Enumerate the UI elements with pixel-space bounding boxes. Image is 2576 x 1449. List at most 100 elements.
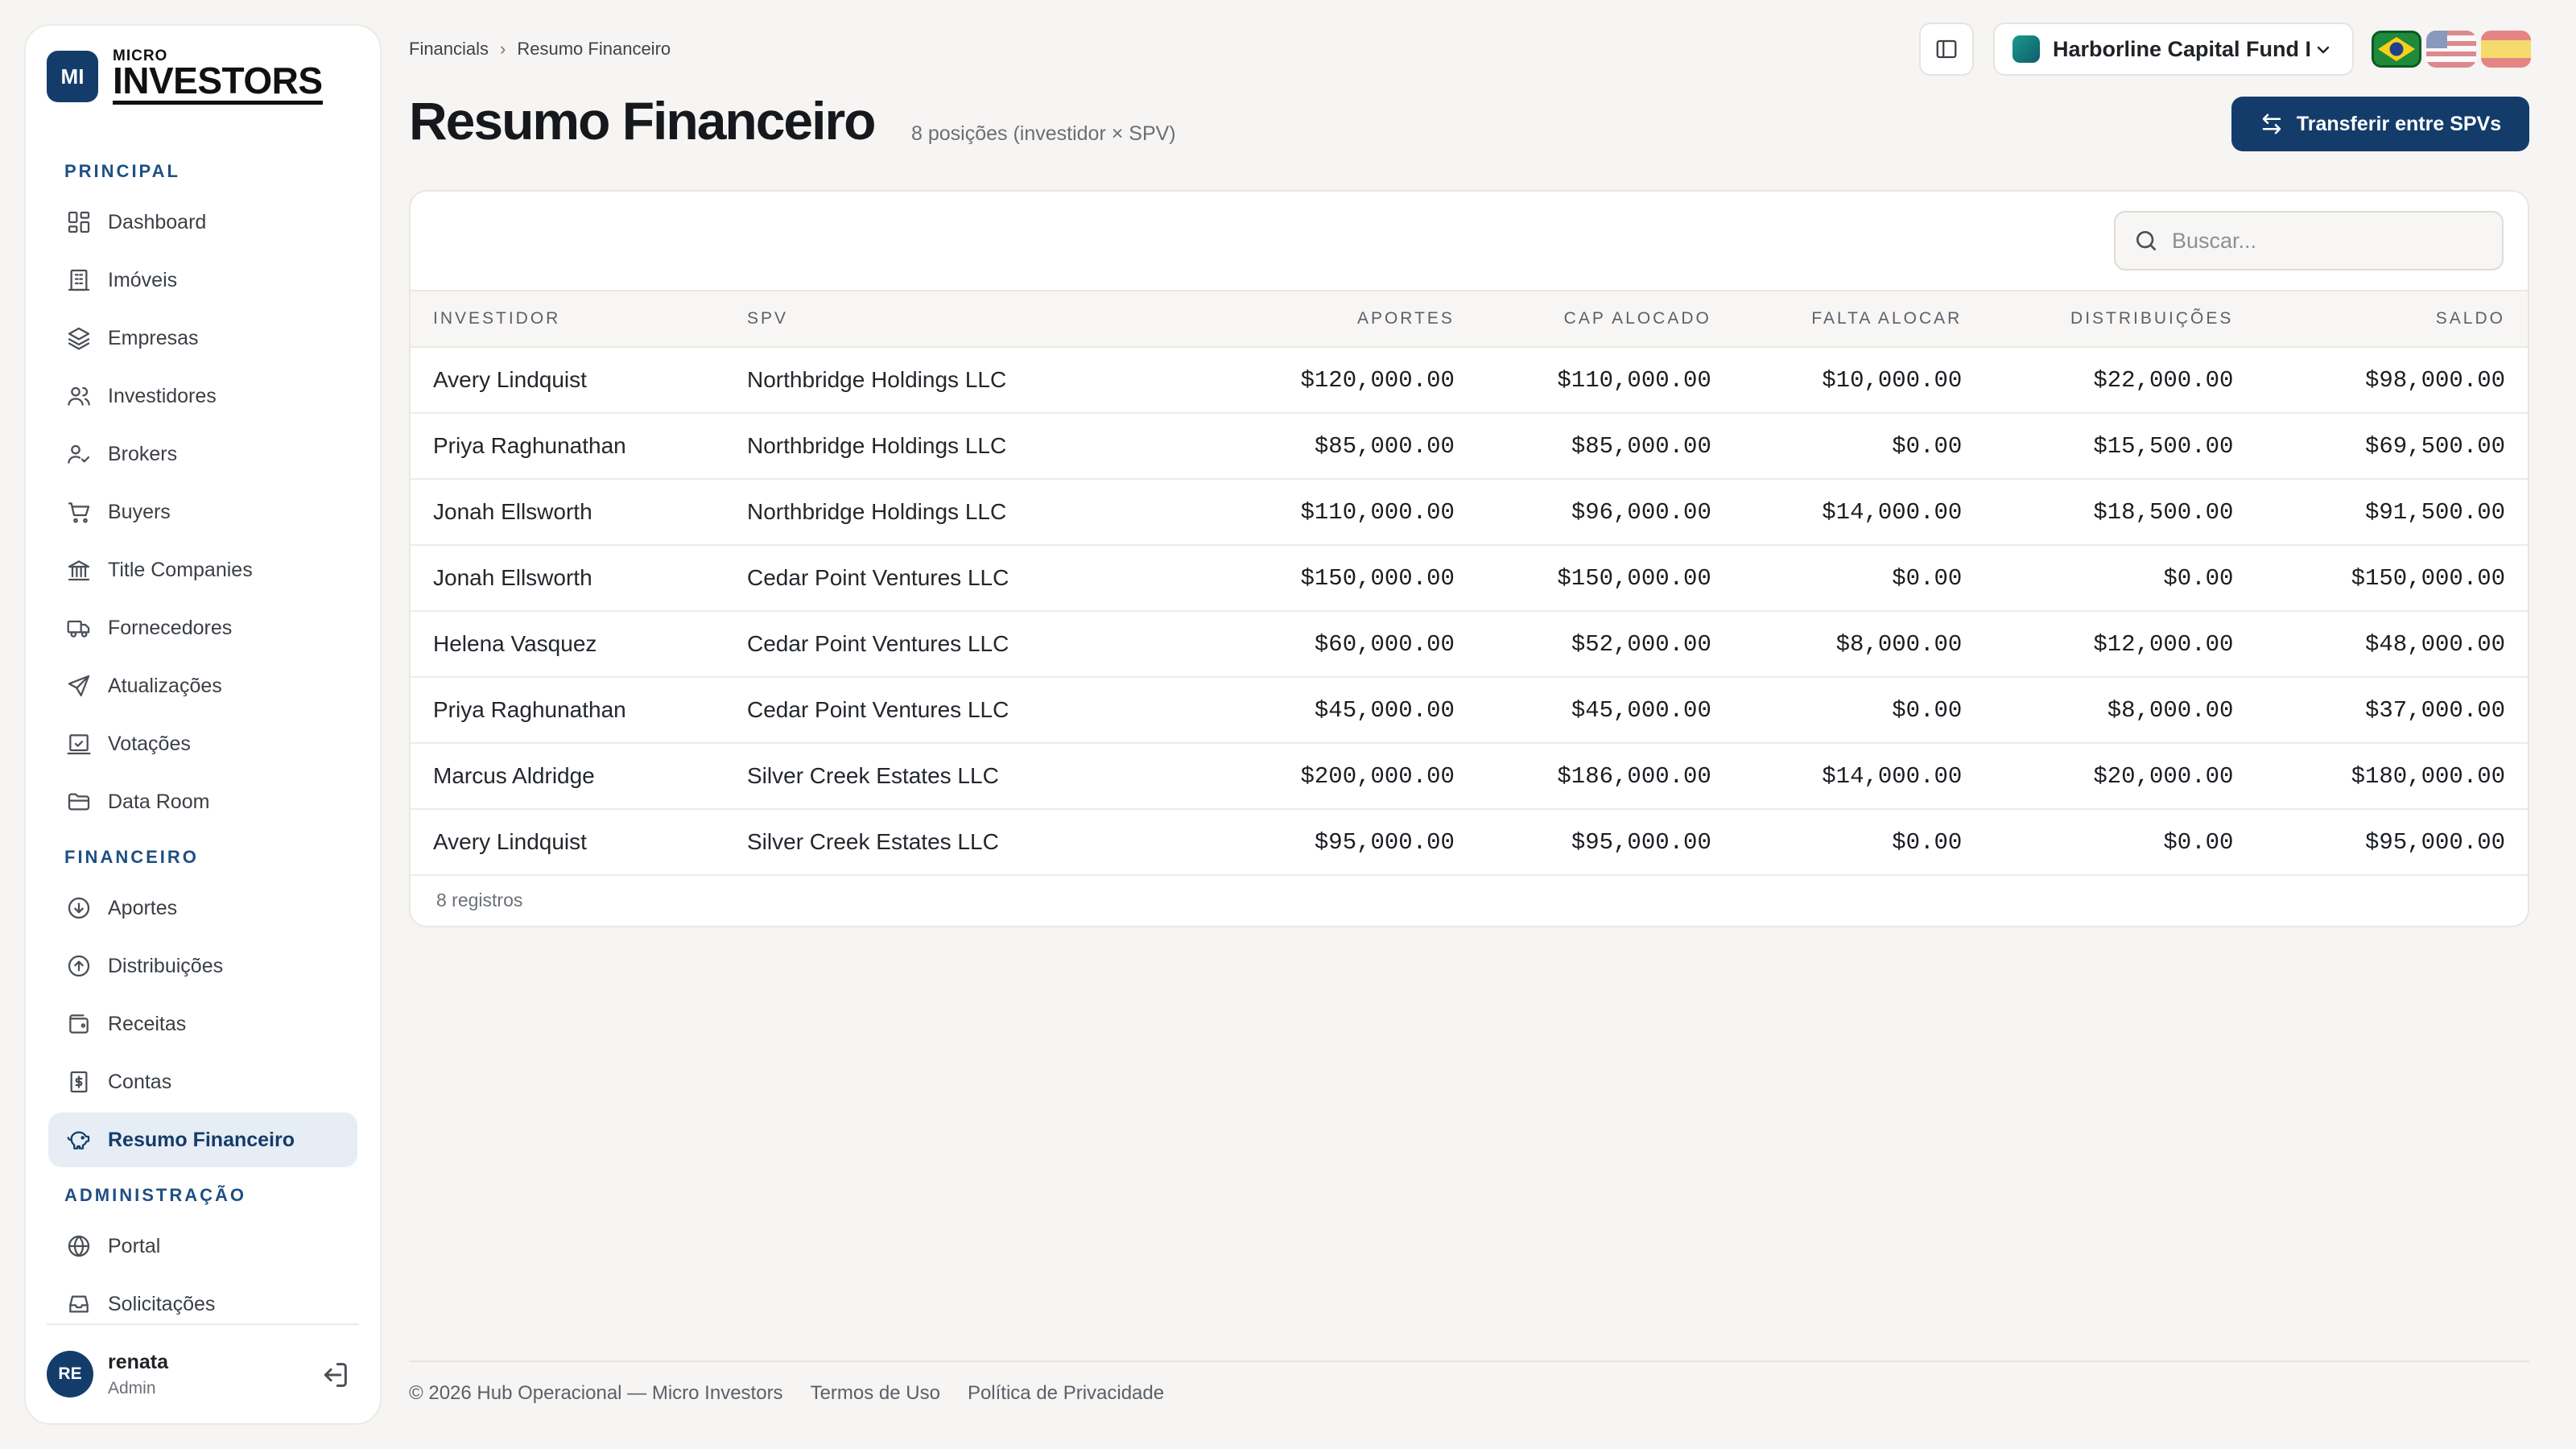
cell-aportes: $95,000.00 xyxy=(1198,809,1455,876)
inbox-icon-wrap xyxy=(64,1290,93,1319)
column-header-aportes[interactable]: APORTES xyxy=(1198,290,1455,348)
sidebar-item-investidores[interactable]: Investidores xyxy=(48,369,357,423)
cell-spv: Silver Creek Estates LLC xyxy=(747,743,1198,810)
flag-brazil-icon[interactable] xyxy=(2372,31,2421,68)
cell-distribuicoes: $0.00 xyxy=(1962,545,2234,612)
table-row[interactable]: Avery Lindquist Silver Creek Estates LLC $… xyxy=(411,809,2528,876)
transfer-spv-button[interactable]: Transferir entre SPVs xyxy=(2231,97,2529,151)
receipt-icon-wrap xyxy=(64,1067,93,1096)
financial-summary-card: INVESTIDOR SPV APORTES CAP ALOCADO FALTA… xyxy=(409,190,2529,927)
cell-aportes: $45,000.00 xyxy=(1198,677,1455,744)
cell-investor: Priya Raghunathan xyxy=(411,413,747,480)
table-row[interactable]: Priya Raghunathan Cedar Point Ventures LL… xyxy=(411,677,2528,744)
sidebar-item-empresas[interactable]: Empresas xyxy=(48,311,357,365)
send-icon xyxy=(68,675,90,697)
sidebar-item-title-companies[interactable]: Title Companies xyxy=(48,543,357,597)
search-box[interactable] xyxy=(2114,211,2504,270)
search-icon xyxy=(2136,231,2156,250)
cell-aportes: $60,000.00 xyxy=(1198,611,1455,678)
sidebar-item-buyers[interactable]: Buyers xyxy=(48,485,357,539)
cell-spv: Cedar Point Ventures LLC xyxy=(747,611,1198,678)
footer-terms-link[interactable]: Termos de Uso xyxy=(811,1382,940,1405)
cell-spv: Northbridge Holdings LLC xyxy=(747,479,1198,546)
cell-spv: Northbridge Holdings LLC xyxy=(747,413,1198,480)
cell-investor: Jonah Ellsworth xyxy=(411,545,747,612)
table-row[interactable]: Jonah Ellsworth Cedar Point Ventures LLC $… xyxy=(411,545,2528,612)
sidebar-item-label: Portal xyxy=(108,1234,161,1257)
sidebar-item-label: Resumo Financeiro xyxy=(108,1128,295,1151)
arrow-down-circle-icon-wrap xyxy=(64,894,93,923)
table-row[interactable]: Helena Vasquez Cedar Point Ventures LLC $6… xyxy=(411,611,2528,678)
cell-investor: Jonah Ellsworth xyxy=(411,479,747,546)
sidebar-item-atualizacoes[interactable]: Atualizações xyxy=(48,658,357,713)
column-header-distribuicoes[interactable]: DISTRIBUIÇÕES xyxy=(1962,290,2234,348)
footer-privacy-link[interactable]: Política de Privacidade xyxy=(968,1382,1164,1405)
sidebar-item-label: Empresas xyxy=(108,326,199,349)
sidebar-item-label: Votações xyxy=(108,732,191,755)
cell-saldo: $69,500.00 xyxy=(2233,413,2528,480)
flag-spain-icon[interactable] xyxy=(2481,31,2531,68)
truck-icon-wrap xyxy=(64,613,93,642)
column-header-spv[interactable]: SPV xyxy=(747,290,1198,348)
column-header-falta-alocar[interactable]: FALTA ALOCAR xyxy=(1711,290,1963,348)
sidebar-item-resumo-financeiro[interactable]: Resumo Financeiro xyxy=(48,1113,357,1167)
column-header-investor[interactable]: INVESTIDOR xyxy=(411,290,747,348)
cell-falta-alocar: $8,000.00 xyxy=(1711,611,1963,678)
sidebar-item-brokers[interactable]: Brokers xyxy=(48,427,357,481)
footer-copyright: © 2026 Hub Operacional — Micro Investors xyxy=(409,1382,783,1404)
cell-saldo: $37,000.00 xyxy=(2233,677,2528,744)
sidebar: MI MICRO INVESTORS PRINCIPAL Dashboard Imó… xyxy=(24,24,382,1425)
brand-logo[interactable]: MI MICRO INVESTORS xyxy=(47,48,323,105)
table-row[interactable]: Jonah Ellsworth Northbridge Holdings LLC $… xyxy=(411,479,2528,546)
sidebar-toggle-button[interactable] xyxy=(1919,23,1974,76)
breadcrumb: Financials › Resumo Financeiro xyxy=(409,39,671,60)
sidebar-item-solicitacoes[interactable]: Solicitações xyxy=(48,1277,357,1330)
logout-icon[interactable] xyxy=(319,1359,351,1391)
sidebar-item-label: Contas xyxy=(108,1070,172,1093)
sidebar-item-dashboard[interactable]: Dashboard xyxy=(48,195,357,250)
panel-left-icon xyxy=(1936,39,1957,59)
table-row[interactable]: Marcus Aldridge Silver Creek Estates LLC $… xyxy=(411,743,2528,810)
cell-saldo: $98,000.00 xyxy=(2233,347,2528,414)
sidebar-item-contas[interactable]: Contas xyxy=(48,1055,357,1109)
avatar[interactable]: RE xyxy=(47,1351,93,1397)
arrow-up-circle-icon xyxy=(68,955,90,977)
sidebar-item-fornecedores[interactable]: Fornecedores xyxy=(48,601,357,655)
sidebar-item-label: Buyers xyxy=(108,500,171,523)
table-row[interactable]: Avery Lindquist Northbridge Holdings LLC $… xyxy=(411,347,2528,414)
users-icon-wrap xyxy=(64,382,93,411)
sidebar-item-imoveis[interactable]: Imóveis xyxy=(48,253,357,308)
sidebar-section-label: PRINCIPAL xyxy=(64,161,180,181)
sidebar-item-label: Title Companies xyxy=(108,558,253,581)
fund-logo-icon xyxy=(2013,35,2040,63)
cell-saldo: $48,000.00 xyxy=(2233,611,2528,678)
page-footer: © 2026 Hub Operacional — Micro Investors… xyxy=(409,1360,2529,1425)
receipt-icon xyxy=(70,1071,88,1093)
search-input[interactable] xyxy=(2172,228,2478,254)
column-header-saldo[interactable]: SALDO xyxy=(2233,290,2528,348)
cell-investor: Marcus Aldridge xyxy=(411,743,747,810)
column-header-cap-alocado[interactable]: CAP ALOCADO xyxy=(1454,290,1711,348)
record-count: 8 registros xyxy=(436,890,523,910)
dashboard-icon xyxy=(68,211,90,233)
chevron-down-icon xyxy=(2317,46,2330,54)
cell-investor: Avery Lindquist xyxy=(411,809,747,876)
sidebar-item-distribuicoes[interactable]: Distribuições xyxy=(48,939,357,993)
cell-falta-alocar: $0.00 xyxy=(1711,545,1963,612)
fund-selector[interactable]: Harborline Capital Fund I xyxy=(1993,23,2354,76)
sidebar-item-receitas[interactable]: Receitas xyxy=(48,997,357,1051)
cell-cap-alocado: $52,000.00 xyxy=(1454,611,1711,678)
sidebar-item-aportes[interactable]: Aportes xyxy=(48,881,357,935)
breadcrumb-financials[interactable]: Financials xyxy=(409,39,489,60)
sidebar-item-label: Receitas xyxy=(108,1012,187,1035)
cell-investor: Helena Vasquez xyxy=(411,611,747,678)
cell-distribuicoes: $20,000.00 xyxy=(1962,743,2234,810)
sidebar-item-votacoes[interactable]: Votações xyxy=(48,716,357,771)
vote-icon-wrap xyxy=(64,729,93,758)
flag-usa-icon[interactable] xyxy=(2426,31,2476,68)
layers-icon xyxy=(68,327,90,350)
sidebar-item-portal[interactable]: Portal xyxy=(48,1219,357,1274)
cell-saldo: $95,000.00 xyxy=(2233,809,2528,876)
table-row[interactable]: Priya Raghunathan Northbridge Holdings LL… xyxy=(411,413,2528,480)
sidebar-item-data-room[interactable]: Data Room xyxy=(48,774,357,829)
